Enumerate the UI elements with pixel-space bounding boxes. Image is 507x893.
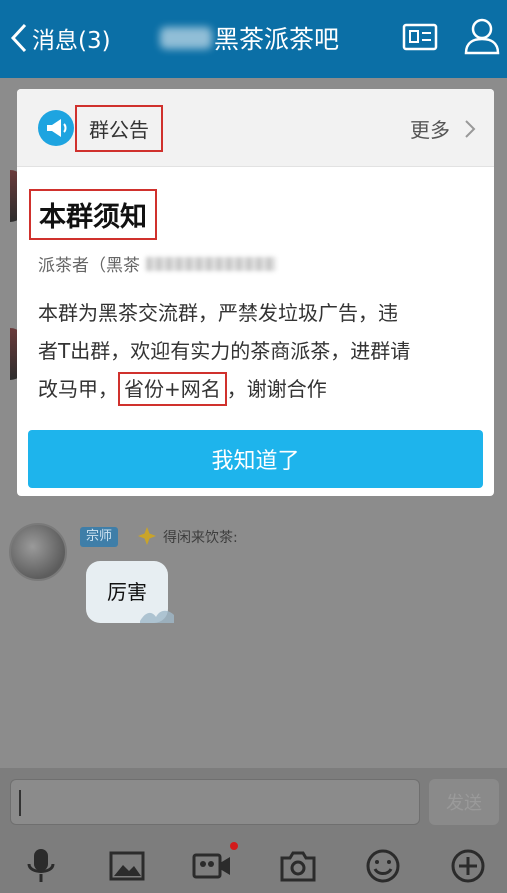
emoji-icon[interactable]: [361, 844, 405, 888]
star-icon: [138, 527, 156, 545]
message-bubble[interactable]: 厉害: [86, 561, 174, 623]
back-label: 消息(3): [32, 28, 111, 54]
megaphone-icon: [38, 110, 74, 146]
announcement-section-label: 群公告: [75, 105, 163, 152]
group-card-icon[interactable]: [402, 23, 438, 51]
rank-badge: 宗师: [80, 527, 119, 547]
text-caret: [19, 790, 21, 816]
confirm-button[interactable]: 我知道了: [28, 430, 483, 488]
top-bar: 消息(3) 黑茶派茶吧: [0, 0, 507, 78]
image-icon[interactable]: [105, 844, 149, 888]
more-link[interactable]: 更多: [410, 114, 476, 143]
announcement-body-line: 本群为黑茶交流群，严禁发垃圾广告，违: [38, 301, 398, 325]
chevron-right-icon: [465, 119, 476, 138]
video-icon[interactable]: [190, 844, 234, 888]
announcement-dialog: 群公告 更多 本群须知 派茶者（黑茶 本群为黑茶交流群，严禁发垃圾广告，违 者T…: [17, 89, 494, 496]
camera-icon[interactable]: [276, 844, 320, 888]
chevron-left-icon: [10, 23, 27, 53]
author-label: 派茶者（黑茶: [38, 256, 140, 276]
body-text: 改马甲，: [38, 377, 118, 401]
group-title: 黑茶派茶吧: [160, 20, 339, 56]
blurred-date: [146, 256, 276, 271]
microphone-icon[interactable]: [19, 844, 63, 888]
announcement-title: 本群须知: [29, 189, 157, 240]
bubble-decoration: [140, 610, 174, 623]
sender-name: 得闲来饮茶:: [163, 530, 238, 546]
group-members-icon[interactable]: [462, 16, 502, 56]
send-button[interactable]: 发送: [429, 779, 499, 825]
blurred-region: [160, 27, 212, 49]
avatar[interactable]: [9, 523, 67, 581]
body-text: ，谢谢合作: [226, 377, 327, 401]
group-name: 黑茶派茶吧: [214, 25, 340, 54]
notification-dot: [230, 842, 238, 850]
announcement-body-line: 改马甲， 省份+网名 ，谢谢合作: [38, 370, 478, 408]
plus-icon[interactable]: [446, 844, 490, 888]
announcement-meta: 派茶者（黑茶: [38, 251, 276, 276]
announcement-body-line: 者T出群，欢迎有实力的茶商派茶，进群请: [38, 339, 411, 363]
bottom-toolbar: [0, 838, 507, 893]
back-button[interactable]: 消息(3): [8, 18, 111, 58]
highlighted-text: 省份+网名: [118, 372, 227, 406]
message-input[interactable]: [10, 779, 420, 825]
announcement-header: 群公告 更多: [17, 89, 494, 167]
message-text: 厉害: [107, 579, 147, 604]
input-bar: 发送: [0, 768, 507, 838]
more-label: 更多: [410, 118, 450, 142]
